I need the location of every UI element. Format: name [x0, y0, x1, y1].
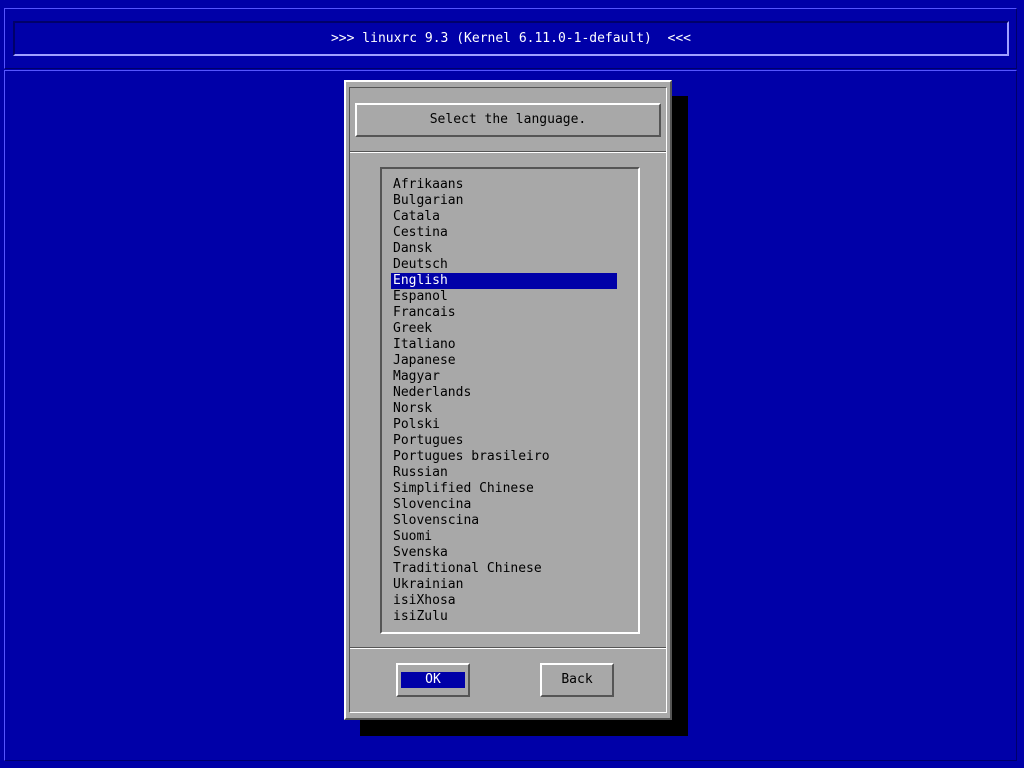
language-option[interactable]: isiZulu — [391, 609, 617, 625]
language-dialog: Select the language. Afrikaans Bulgarian C… — [344, 80, 672, 720]
language-option[interactable]: Catala — [391, 209, 617, 225]
language-option[interactable]: Cestina — [391, 225, 617, 241]
ok-button-label: OK — [401, 672, 465, 688]
language-option[interactable]: Afrikaans — [391, 177, 617, 193]
language-option[interactable]: Simplified Chinese — [391, 481, 617, 497]
bottom-divider — [350, 647, 666, 649]
ok-button[interactable]: OK — [396, 663, 470, 697]
language-option[interactable]: Svenska — [391, 545, 617, 561]
language-list-items: Afrikaans Bulgarian Catala Cestina Dansk Deut… — [391, 177, 617, 625]
language-option[interactable]: Polski — [391, 417, 617, 433]
language-option[interactable]: Norsk — [391, 401, 617, 417]
dialog-prompt: Select the language. — [355, 103, 661, 137]
language-option[interactable]: Espanol — [391, 289, 617, 305]
header-bar: >>> linuxrc 9.3 (Kernel 6.11.0-1-default… — [4, 8, 1017, 69]
language-option[interactable]: isiXhosa — [391, 593, 617, 609]
language-list[interactable]: Afrikaans Bulgarian Catala Cestina Dansk Deut… — [380, 167, 640, 634]
language-option[interactable]: Slovenscina — [391, 513, 617, 529]
language-option[interactable]: Russian — [391, 465, 617, 481]
language-option[interactable]: Portugues — [391, 433, 617, 449]
top-divider — [350, 151, 666, 153]
back-button-label: Back — [561, 672, 593, 687]
header-title: >>> linuxrc 9.3 (Kernel 6.11.0-1-default… — [13, 21, 1009, 56]
language-option[interactable]: Nederlands — [391, 385, 617, 401]
language-option[interactable]: Slovencina — [391, 497, 617, 513]
screen: >>> linuxrc 9.3 (Kernel 6.11.0-1-default… — [0, 0, 1024, 768]
language-option[interactable]: Francais — [391, 305, 617, 321]
language-option[interactable]: English — [391, 273, 617, 289]
language-option[interactable]: Suomi — [391, 529, 617, 545]
language-option[interactable]: Deutsch — [391, 257, 617, 273]
language-option[interactable]: Bulgarian — [391, 193, 617, 209]
language-option[interactable]: Magyar — [391, 369, 617, 385]
language-option[interactable]: Dansk — [391, 241, 617, 257]
language-option[interactable]: Ukrainian — [391, 577, 617, 593]
back-button[interactable]: Back — [540, 663, 614, 697]
language-option[interactable]: Greek — [391, 321, 617, 337]
language-option[interactable]: Italiano — [391, 337, 617, 353]
language-option[interactable]: Japanese — [391, 353, 617, 369]
language-option[interactable]: Portugues brasileiro — [391, 449, 617, 465]
language-option[interactable]: Traditional Chinese — [391, 561, 617, 577]
